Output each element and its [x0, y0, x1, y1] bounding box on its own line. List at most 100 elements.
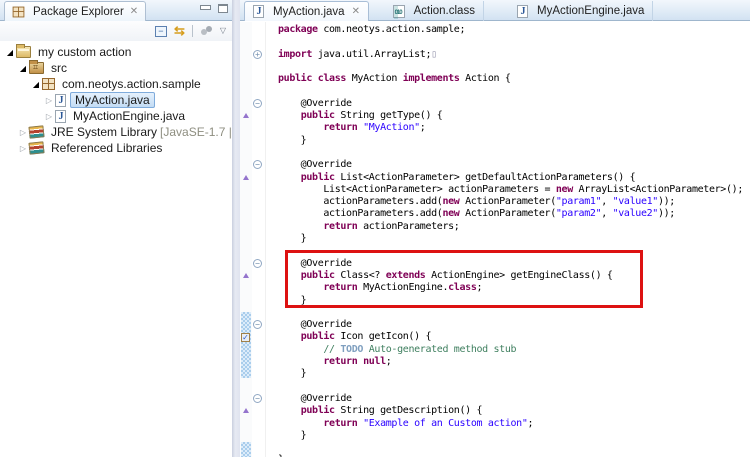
package-explorer-view: Package Explorer ✕ − ⇆ ▽ ◢ my custom acti…	[0, 0, 232, 457]
chevron-collapsed-icon[interactable]: ▷	[17, 144, 29, 153]
minimize-button[interactable]	[200, 4, 210, 13]
fold-collapse-icon[interactable]: −	[253, 394, 262, 403]
code-line	[278, 307, 750, 319]
code-line: List<ActionParameter> actionParameters =…	[278, 184, 750, 196]
tree-item-decoration: [JavaSE-1.7 |	[160, 125, 232, 139]
code-line: @Override	[278, 98, 750, 110]
maximize-button[interactable]	[218, 4, 228, 13]
code-line: }	[278, 233, 750, 245]
fold-collapse-icon[interactable]: −	[253, 99, 262, 108]
pane-divider[interactable]	[232, 0, 240, 457]
java-file-icon	[55, 94, 66, 107]
code-line: public String getType() {	[278, 110, 750, 122]
code-line	[278, 36, 750, 48]
editor-tab-label: MyAction.java	[273, 6, 345, 18]
tree-item-label: MyAction.java	[70, 92, 155, 108]
tree-item-my-custom-action[interactable]: ◢ my custom action	[0, 44, 232, 60]
code-line: }	[278, 430, 750, 442]
code-line: }	[278, 295, 750, 307]
code-line	[278, 245, 750, 257]
code-line: actionParameters.add(new ActionParameter…	[278, 208, 750, 220]
tree-item-src[interactable]: ◢ src	[0, 60, 232, 76]
class-file-icon	[393, 5, 405, 18]
chevron-collapsed-icon[interactable]: ▷	[43, 96, 55, 105]
code-line: public String getDescription() {	[278, 405, 750, 417]
focus-active-task-icon[interactable]	[200, 26, 213, 37]
code-line: package com.neotys.action.sample;	[278, 24, 750, 36]
override-marker-icon	[243, 273, 249, 278]
editor-area: MyAction.java ✕ Action.class MyActionEngine…	[240, 0, 750, 457]
library-icon	[28, 141, 44, 155]
tree-item-label: src	[48, 61, 70, 75]
chevron-expanded-icon[interactable]: ◢	[30, 80, 42, 89]
close-icon[interactable]: ✕	[130, 6, 138, 17]
code-line: public class MyAction implements Action …	[278, 73, 750, 85]
task-marker-icon: ✓	[241, 333, 250, 342]
java-file-icon	[253, 5, 264, 18]
close-icon[interactable]: ✕	[352, 6, 360, 17]
editor-tab-myaction-java[interactable]: MyAction.java ✕	[244, 1, 369, 21]
folding-ruler[interactable]: + − − − − −	[252, 22, 266, 457]
code-line: return "Example of an Custom action";	[278, 418, 750, 430]
tree-item-label: com.neotys.action.sample	[59, 77, 204, 91]
tab-package-explorer[interactable]: Package Explorer ✕	[4, 1, 146, 21]
code-line: // TODO Auto-generated method stub	[278, 344, 750, 356]
toolbar-separator	[192, 25, 193, 37]
chevron-expanded-icon[interactable]: ◢	[4, 48, 16, 57]
code-line: @Override	[278, 319, 750, 331]
code-line	[278, 442, 750, 454]
override-marker-icon	[243, 408, 249, 413]
editor-tab-action-class[interactable]: Action.class	[385, 1, 484, 21]
override-marker-icon	[243, 113, 249, 118]
code-line: @Override	[278, 258, 750, 270]
project-folder-icon	[16, 46, 31, 58]
tree-item-jre-system-library[interactable]: ▷ JRE System Library[JavaSE-1.7 |	[0, 124, 232, 140]
java-file-icon	[517, 5, 528, 18]
view-menu-icon[interactable]: ▽	[220, 26, 226, 36]
package-explorer-icon	[13, 6, 25, 17]
code-line: return actionParameters;	[278, 221, 750, 233]
code-line	[278, 147, 750, 159]
code-line: }	[278, 368, 750, 380]
code-line: actionParameters.add(new ActionParameter…	[278, 196, 750, 208]
code-line: public Class<? extends ActionEngine> get…	[278, 270, 750, 282]
editor-tab-label: Action.class	[414, 5, 475, 17]
code-line	[278, 61, 750, 73]
code-line: public Icon getIcon() {	[278, 331, 750, 343]
tree-item-referenced-libraries[interactable]: ▷Referenced Libraries	[0, 140, 232, 156]
code-line	[278, 85, 750, 97]
package-icon	[42, 78, 55, 90]
fold-collapse-icon[interactable]: −	[253, 160, 262, 169]
link-with-editor-icon[interactable]: ⇆	[174, 25, 185, 37]
code-line: return MyActionEngine.class;	[278, 282, 750, 294]
fold-collapse-icon[interactable]: −	[253, 259, 262, 268]
tree-item-label: MyActionEngine.java	[70, 109, 188, 123]
collapse-all-icon[interactable]: −	[155, 26, 167, 37]
chevron-collapsed-icon[interactable]: ▷	[17, 128, 29, 137]
java-file-icon	[55, 110, 66, 123]
tree-item-label: JRE System Library	[48, 125, 160, 139]
tree-item-label: my custom action	[35, 45, 134, 59]
tree-item-com-neotys-action-sample[interactable]: ◢ com.neotys.action.sample	[0, 76, 232, 92]
code-line: import java.util.ArrayList;▯	[278, 49, 750, 61]
code-area[interactable]: package com.neotys.action.sample; import…	[266, 22, 750, 457]
annotation-ruler[interactable]: ✓	[240, 22, 252, 457]
editor-body: ✓ + − − − − − package com.neotys.action.sampl…	[240, 22, 750, 457]
tree-item-myaction-java[interactable]: ▷ MyAction.java	[0, 92, 232, 108]
override-marker-icon	[243, 175, 249, 180]
fold-expand-icon[interactable]: +	[253, 50, 262, 59]
code-line: return "MyAction";	[278, 122, 750, 134]
package-explorer-toolbar: − ⇆ ▽	[0, 21, 232, 41]
chevron-collapsed-icon[interactable]: ▷	[43, 112, 55, 121]
tree-item-myactionengine-java[interactable]: ▷ MyActionEngine.java	[0, 108, 232, 124]
package-explorer-tabstrip: Package Explorer ✕	[0, 0, 232, 21]
code-line: public List<ActionParameter> getDefaultA…	[278, 172, 750, 184]
code-line	[278, 381, 750, 393]
fold-collapse-icon[interactable]: −	[253, 320, 262, 329]
editor-tabstrip: MyAction.java ✕ Action.class MyActionEngine…	[240, 0, 750, 21]
chevron-expanded-icon[interactable]: ◢	[17, 64, 29, 73]
editor-tab-label: MyActionEngine.java	[537, 5, 644, 17]
editor-tab-myactionengine-java[interactable]: MyActionEngine.java	[509, 1, 653, 21]
code-line: @Override	[278, 159, 750, 171]
code-line: }	[278, 135, 750, 147]
